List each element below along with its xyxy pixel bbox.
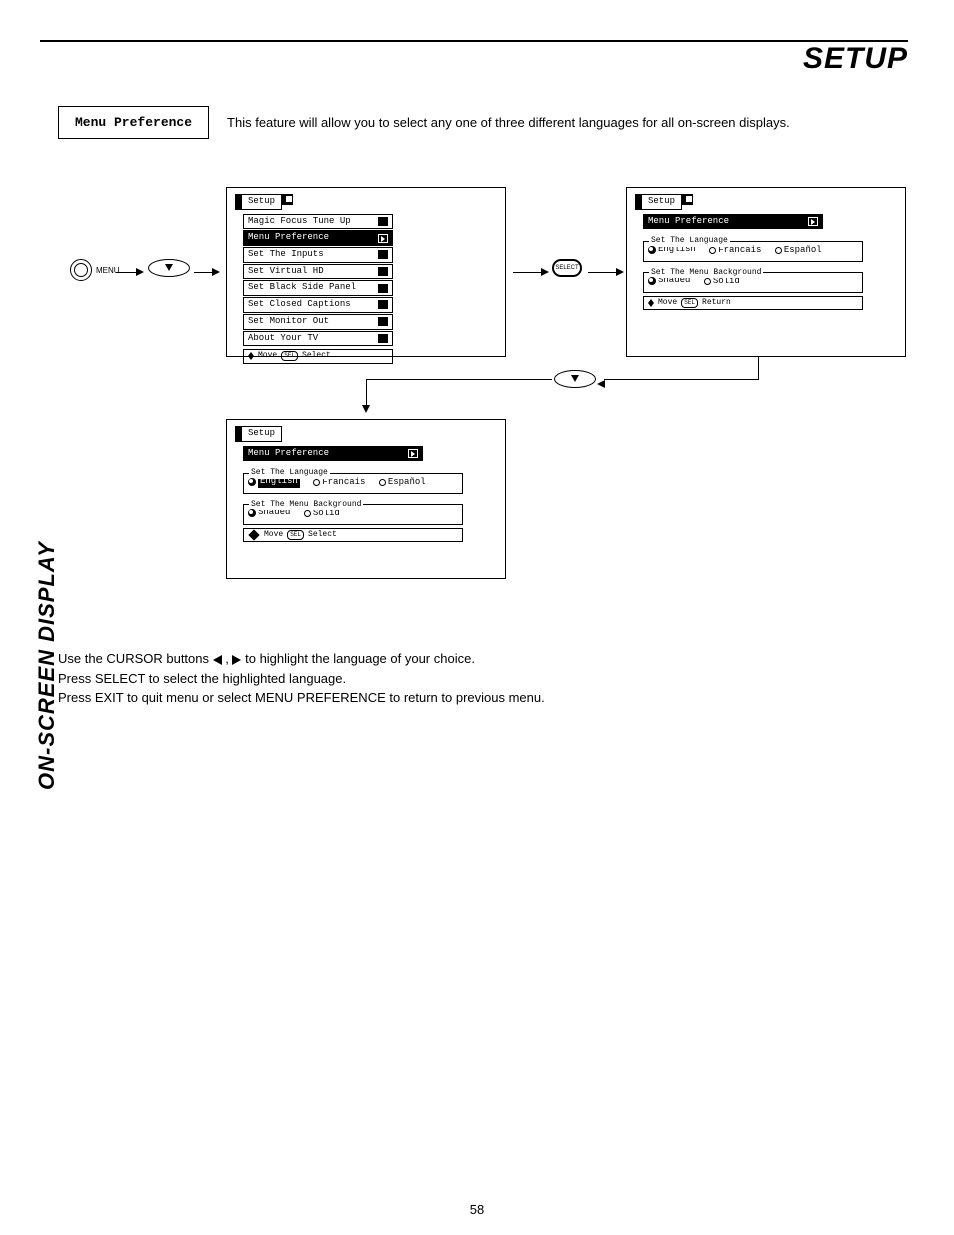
group-label: Set The Language	[649, 236, 730, 246]
connector-line	[366, 379, 552, 380]
osd-tab: Setup	[235, 194, 282, 210]
osd-item: About Your TV	[243, 331, 393, 347]
osd-tab: Setup	[635, 194, 682, 210]
radio-icon	[648, 246, 656, 254]
connector-line	[758, 357, 759, 379]
osd-item-selected: Menu Preference	[243, 230, 393, 246]
select-button-icon: SELECT	[552, 259, 582, 277]
osd-subtab: Menu Preference	[243, 446, 423, 462]
osd-item: Set Monitor Out	[243, 314, 393, 330]
osd-subtab: Menu Preference	[643, 214, 823, 230]
triangle-left-icon	[213, 655, 222, 665]
diamond-icon	[248, 529, 259, 540]
arrow-icon	[116, 268, 144, 276]
feature-name-box: Menu Preference	[58, 106, 209, 139]
osd-item: Set Closed Captions	[243, 297, 393, 313]
radio-icon	[379, 479, 386, 486]
radio-icon	[248, 509, 256, 517]
diagram-area: MENU Setup Magic Focus Tune Up Menu Pref…	[58, 169, 908, 589]
cursor-down-icon	[148, 259, 190, 279]
page-title: SETUP	[40, 42, 908, 76]
triangle-right-icon	[232, 655, 241, 665]
radio-icon	[704, 278, 711, 285]
radio-icon	[248, 478, 256, 486]
osd-item: Set Virtual HD	[243, 264, 393, 280]
osd-hint-bar: Move SEL Select	[243, 349, 393, 363]
osd-menu-preference-selected: Setup Menu Preference Set The Language E…	[226, 419, 506, 579]
arrow-icon	[588, 268, 624, 276]
group-label: Set The Menu Background	[249, 500, 363, 510]
connector-line	[604, 379, 759, 380]
radio-icon	[775, 247, 782, 254]
radio-icon	[709, 247, 716, 254]
feature-row: Menu Preference This feature will allow …	[58, 106, 908, 139]
cursor-down-icon	[554, 370, 596, 390]
group-label: Set The Menu Background	[649, 268, 763, 278]
osd-item: Set The Inputs	[243, 247, 393, 263]
osd-item: Magic Focus Tune Up	[243, 214, 393, 230]
osd-menu-preference: Setup Menu Preference Set The Language E…	[626, 187, 906, 357]
page-number: 58	[0, 1202, 954, 1217]
instructions: Use the CURSOR buttons , to highlight th…	[58, 649, 908, 708]
osd-item: Set Black Side Panel	[243, 280, 393, 296]
arrow-left-icon	[597, 375, 605, 393]
arrow-icon	[194, 268, 220, 276]
feature-description: This feature will allow you to select an…	[227, 115, 790, 130]
osd-hint-bar: Move SEL Return	[643, 296, 863, 310]
osd-hint-bar: Move SEL Select	[243, 528, 463, 542]
circle-icon	[70, 259, 92, 281]
osd-tab: Setup	[235, 426, 282, 442]
side-tab-label: ON-SCREEN DISPLAY	[34, 541, 60, 790]
arrow-icon	[513, 268, 549, 276]
group-label: Set The Language	[249, 468, 330, 478]
radio-icon	[304, 510, 311, 517]
radio-icon	[313, 479, 320, 486]
arrow-down-icon	[362, 379, 370, 413]
menu-button-icon: MENU	[70, 259, 120, 281]
radio-icon	[648, 277, 656, 285]
osd-setup-menu: Setup Magic Focus Tune Up Menu Preferenc…	[226, 187, 506, 357]
